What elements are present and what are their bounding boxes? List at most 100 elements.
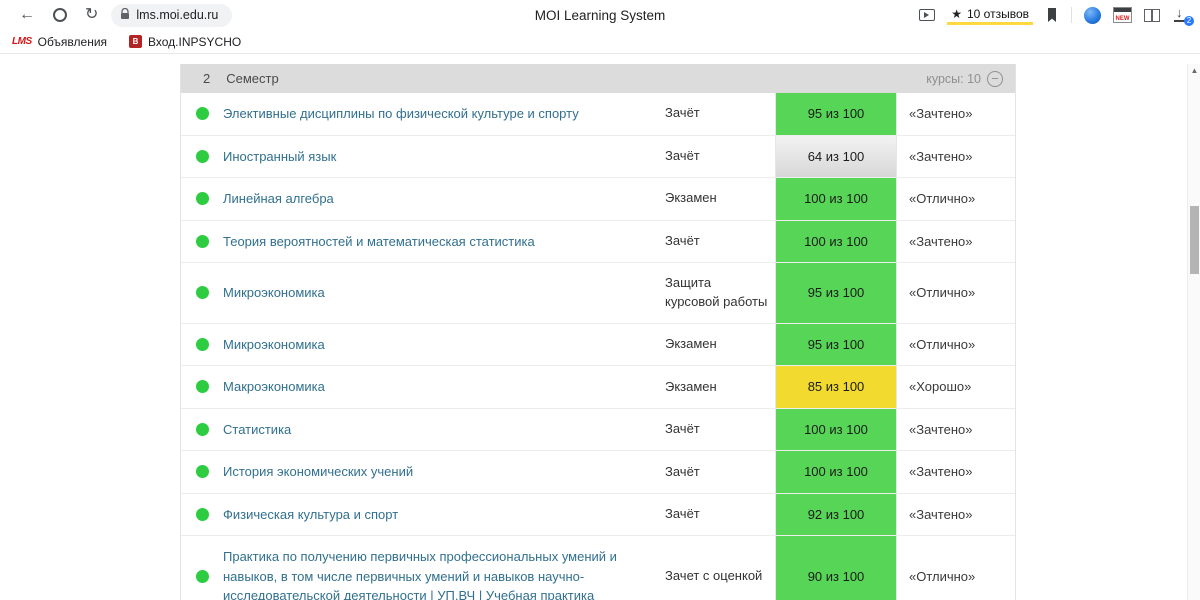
course-name-link[interactable]: Микроэкономика <box>223 263 665 323</box>
grade-text: «Отлично» <box>909 285 976 301</box>
toolbar-right: ★ 10 отзывов NEW ↓ 2 <box>919 4 1194 26</box>
download-arrow-icon: ↓ <box>1176 4 1183 20</box>
scroll-up-arrow-icon[interactable]: ▲ <box>1190 66 1199 76</box>
assessment-type: Зачёт <box>665 232 700 248</box>
course-name-link[interactable]: Статистика <box>223 409 665 451</box>
status-cell <box>181 536 223 600</box>
status-cell <box>181 366 223 408</box>
status-cell <box>181 409 223 451</box>
score-badge: 100 из 100 <box>775 220 897 262</box>
new-tab-extension-icon[interactable]: NEW <box>1113 7 1132 23</box>
course-name-link[interactable]: История экономических учений <box>223 451 665 493</box>
status-dot-icon <box>195 507 209 521</box>
table-row: Линейная алгебра Экзамен 100 из 100 «Отл… <box>181 178 1015 221</box>
toolbar-separator <box>1071 7 1072 23</box>
status-cell <box>181 324 223 366</box>
semester-2-header: 2 Семестр курсы: 10 − <box>181 64 1015 93</box>
score-badge: 95 из 100 <box>775 263 897 323</box>
table-row: Элективные дисциплины по физической куль… <box>181 93 1015 136</box>
bookmark-flag-icon[interactable] <box>1045 7 1059 23</box>
status-dot-icon <box>195 149 209 163</box>
table-row: Макроэкономика Экзамен 85 из 100 «Хорошо… <box>181 366 1015 409</box>
table-row: Микроэкономика Защита курсовой работы 95… <box>181 263 1015 324</box>
score-badge: 100 из 100 <box>775 408 897 451</box>
status-cell <box>181 263 223 323</box>
course-name-link[interactable]: Физическая культура и спорт <box>223 494 665 536</box>
browser-toolbar: ← ↻ lms.moi.edu.ru MOI Learning System ★… <box>0 0 1200 30</box>
table-row: Микроэкономика Экзамен 95 из 100 «Отличн… <box>181 323 1015 367</box>
reviews-rating[interactable]: ★ 10 отзывов <box>947 5 1033 25</box>
status-dot-icon <box>195 286 209 300</box>
lock-icon <box>120 7 130 23</box>
url-text: lms.moi.edu.ru <box>136 8 219 22</box>
status-dot-icon <box>195 192 209 206</box>
assessment-type: Экзамен <box>665 378 717 394</box>
assessment-type: Зачёт <box>665 463 700 479</box>
score-badge: 95 из 100 <box>775 323 897 366</box>
inpsycho-favicon: В <box>129 35 143 48</box>
courses-count: курсы: 10 <box>926 71 981 86</box>
assessment-type: Зачёт <box>665 147 700 163</box>
course-name-link[interactable]: Линейная алгебра <box>223 178 665 220</box>
grade-text: «Отлично» <box>909 568 976 584</box>
status-cell <box>181 93 223 135</box>
bookmark-label: Объявления <box>37 34 108 49</box>
status-cell <box>181 451 223 493</box>
course-name-link[interactable]: Практика по получению первичных професси… <box>223 536 665 600</box>
bookmark-item-announcements[interactable]: LMS Объявления <box>12 35 107 49</box>
refresh-button[interactable]: ↻ <box>85 7 98 23</box>
assessment-type: Зачёт <box>665 421 700 437</box>
scrollbar[interactable]: ▲ <box>1187 64 1200 600</box>
grade-text: «Хорошо» <box>909 379 972 395</box>
downloads-icon[interactable]: ↓ 2 <box>1172 4 1194 26</box>
grade-text: «Отлично» <box>909 191 976 207</box>
course-name-link[interactable]: Иностранный язык <box>223 136 665 178</box>
course-name-link[interactable]: Элективные дисциплины по физической куль… <box>223 93 665 135</box>
course-name-link[interactable]: Теория вероятностей и математическая ста… <box>223 221 665 263</box>
downloads-badge: 2 <box>1184 15 1194 26</box>
table-row: Практика по получению первичных професси… <box>181 536 1015 600</box>
score-badge: 100 из 100 <box>775 178 897 220</box>
yandex-ring-icon[interactable] <box>53 8 67 22</box>
screen-share-icon[interactable] <box>919 9 936 21</box>
course-name-link[interactable]: Макроэкономика <box>223 366 665 408</box>
status-dot-icon <box>195 107 209 121</box>
assessment-type: Зачет с оценкой <box>665 568 763 584</box>
gift-icon[interactable] <box>1144 8 1160 22</box>
assessment-type: Зачёт <box>665 506 700 522</box>
score-badge: 85 из 100 <box>775 366 897 408</box>
grade-text: «Отлично» <box>909 336 976 352</box>
scrollbar-thumb[interactable] <box>1190 206 1199 274</box>
semester-number: 2 <box>203 71 211 86</box>
extension-browser-icon[interactable] <box>1084 6 1101 24</box>
address-bar[interactable]: lms.moi.edu.ru <box>111 3 233 27</box>
status-dot-icon <box>195 422 209 436</box>
score-badge: 95 из 100 <box>775 93 897 135</box>
grade-text: «Зачтено» <box>909 233 973 249</box>
assessment-type: Зачёт <box>665 105 700 121</box>
status-cell <box>181 221 223 263</box>
lms-favicon: LMS <box>12 36 32 47</box>
status-dot-icon <box>195 465 209 479</box>
grade-text: «Зачтено» <box>909 506 973 522</box>
score-badge: 92 из 100 <box>775 493 897 536</box>
score-badge: 100 из 100 <box>775 451 897 493</box>
status-cell <box>181 136 223 178</box>
course-name-link[interactable]: Микроэкономика <box>223 324 665 366</box>
reviews-label: 10 отзывов <box>966 7 1029 21</box>
bookmark-label: Вход.INPSYCHO <box>148 34 242 49</box>
grades-table: 2 Семестр курсы: 10 − Элективные дисципл… <box>180 64 1016 600</box>
status-dot-icon <box>195 234 209 248</box>
grade-rows: Элективные дисциплины по физической куль… <box>181 93 1015 600</box>
bookmark-item-inpsycho[interactable]: В Вход.INPSYCHO <box>129 35 241 49</box>
back-button[interactable]: ← <box>19 7 35 23</box>
status-dot-icon <box>195 569 209 583</box>
bookmarks-bar: LMS Объявления В Вход.INPSYCHO <box>0 30 1200 54</box>
semester-title: Семестр <box>226 71 279 86</box>
star-icon: ★ <box>951 7 962 21</box>
grade-text: «Зачтено» <box>909 421 973 437</box>
table-row: Теория вероятностей и математическая ста… <box>181 220 1015 263</box>
table-row: Статистика Зачёт 100 из 100 «Зачтено» <box>181 408 1015 452</box>
collapse-icon[interactable]: − <box>987 70 1003 87</box>
table-row: Физическая культура и спорт Зачёт 92 из … <box>181 493 1015 537</box>
